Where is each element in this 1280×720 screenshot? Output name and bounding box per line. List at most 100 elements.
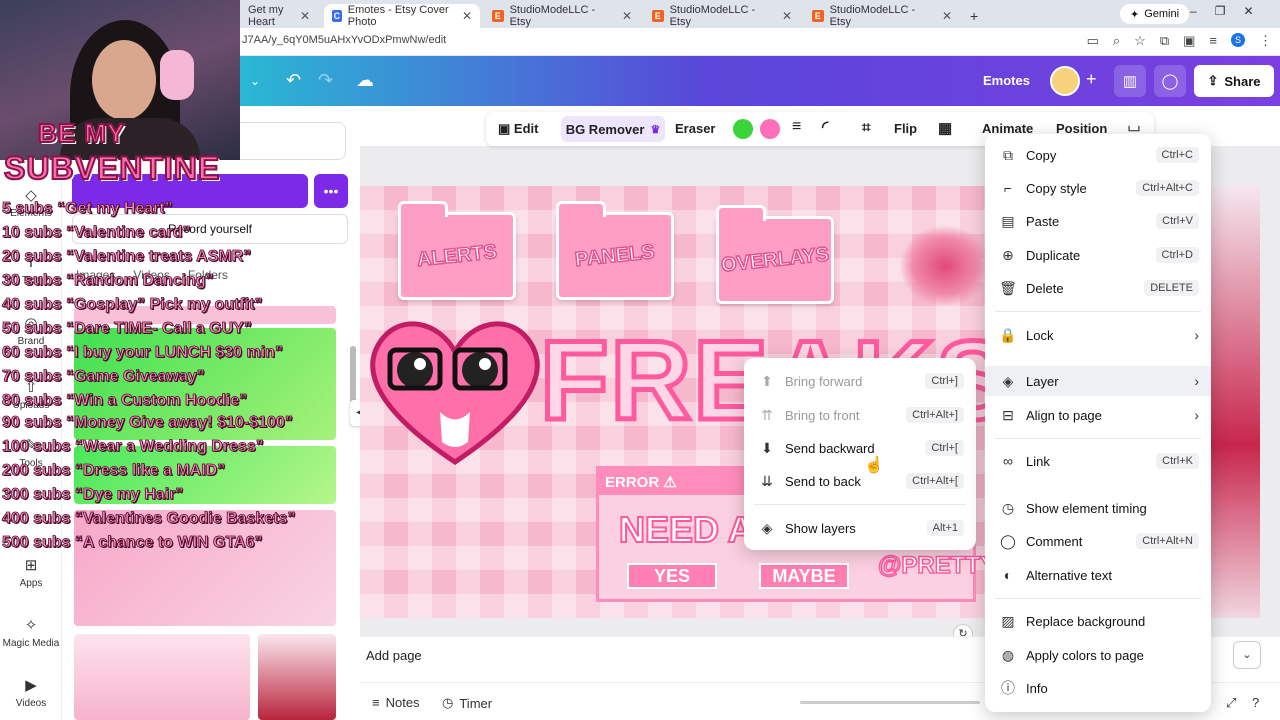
menu-icon[interactable]: ≡: [1209, 33, 1217, 49]
help-icon[interactable]: ?: [1252, 695, 1259, 710]
timer-button[interactable]: ◷ Timer: [442, 695, 492, 711]
maximize-icon[interactable]: ❐: [1215, 4, 1226, 18]
shortcut-badge: Ctrl+]: [925, 373, 964, 389]
extensions-icon[interactable]: ⧉: [1160, 33, 1169, 49]
menu-item-align-to-page[interactable]: ⊟ Align to page ›: [985, 400, 1211, 430]
menu-item-label: Layer: [1026, 373, 1059, 389]
edit-button[interactable]: ▣ Edit: [498, 121, 538, 137]
menu-item-copy[interactable]: ⧉ Copy Ctrl+C: [985, 140, 1211, 170]
share-button[interactable]: ⇪ Share: [1194, 65, 1274, 97]
page-icon[interactable]: ▭: [1087, 33, 1099, 49]
menu-item-link[interactable]: ∞ Link Ctrl+K: [985, 446, 1211, 476]
close-icon[interactable]: ✕: [462, 9, 472, 23]
close-icon[interactable]: ✕: [622, 9, 632, 23]
clipboard-icon: ▤: [1001, 212, 1015, 229]
add-collaborator-icon[interactable]: +: [1086, 69, 1097, 90]
flip-button[interactable]: Flip: [894, 121, 917, 136]
redo-icon[interactable]: ↷: [318, 70, 333, 91]
menu-divider: [995, 311, 1201, 312]
goal-item: 10 subs “Valentine card”: [2, 224, 191, 242]
link-icon: ∞: [1003, 453, 1013, 469]
menu-item-alternative-text[interactable]: ◐ Alternative text: [985, 560, 1211, 590]
add-page-button[interactable]: Add page: [366, 648, 422, 663]
close-window-icon[interactable]: ✕: [1243, 4, 1253, 18]
notes-icon: ≡: [372, 695, 380, 710]
zoom-icon[interactable]: ⌕: [1113, 33, 1120, 49]
profile-avatar[interactable]: S: [1231, 33, 1245, 47]
comments-button[interactable]: ◯: [1154, 65, 1186, 97]
menu-item-send-backward[interactable]: ⬇ Send backward Ctrl+[: [744, 433, 976, 463]
insights-button[interactable]: ▥: [1114, 65, 1146, 97]
menu-item-send-to-back[interactable]: ⇊ Send to back Ctrl+Alt+[: [744, 466, 976, 496]
menu-item-replace-background[interactable]: ▨ Replace background: [985, 606, 1211, 636]
rail-item-videos[interactable]: ▶ Videos: [0, 676, 62, 709]
gemini-button[interactable]: ✦ Gemini: [1120, 4, 1190, 24]
bg-remover-button[interactable]: BG Remover ♛: [561, 116, 665, 142]
paint-format-icon[interactable]: ⌴: [1128, 118, 1140, 135]
browser-tab-active[interactable]: C Emotes - Etsy Cover Photo ✕: [324, 4, 480, 28]
menu-item-copy-style[interactable]: ⌐ Copy style Ctrl+Alt+C: [985, 173, 1211, 203]
cast-icon[interactable]: ▣: [1183, 33, 1195, 49]
notes-button[interactable]: ≡ Notes: [372, 695, 420, 710]
menu-item-layer[interactable]: ◈ Layer ›: [985, 366, 1211, 396]
notes-label: Notes: [385, 695, 420, 710]
more-icon[interactable]: ⋮: [1259, 33, 1272, 49]
transparency-icon[interactable]: ▦: [938, 119, 952, 137]
chevron-down-icon[interactable]: ⌄: [250, 74, 260, 88]
more-options-button[interactable]: •••: [314, 174, 348, 208]
fullscreen-icon[interactable]: ⤢: [1226, 695, 1236, 711]
close-icon[interactable]: ✕: [942, 9, 952, 23]
browser-tab[interactable]: E StudioModeLLC - Etsy ✕: [644, 4, 800, 28]
upload-thumbnail[interactable]: [258, 634, 336, 720]
menu-item-label: Bring forward: [785, 373, 863, 389]
folder-tab: [398, 201, 448, 217]
close-icon[interactable]: ✕: [782, 9, 792, 23]
gemini-icon: ✦: [1130, 8, 1140, 21]
border-style-icon[interactable]: ≡: [792, 118, 801, 136]
new-tab-button[interactable]: +: [962, 4, 986, 28]
menu-item-lock[interactable]: 🔒 Lock ›: [985, 320, 1211, 350]
menu-item-show-layers[interactable]: ◈ Show layers Alt+1: [744, 513, 976, 543]
menu-item-apply-colors[interactable]: ◍ Apply colors to page: [985, 640, 1211, 670]
avatar[interactable]: [1050, 66, 1080, 96]
edit-label: Edit: [513, 121, 539, 136]
rail-item-apps[interactable]: ⊞ Apps: [0, 556, 62, 589]
undo-icon[interactable]: ↶: [286, 70, 301, 91]
chevron-down-icon[interactable]: ⌄: [1233, 641, 1261, 669]
design-title[interactable]: Emotes: [983, 73, 1030, 88]
headphones-icon: [160, 50, 194, 100]
panel-scrollbar[interactable]: [350, 306, 356, 716]
menu-item-comment[interactable]: ◯ Comment Ctrl+Alt+N: [985, 526, 1211, 556]
url-field[interactable]: J7AA/y_6qY0M5uAHxYvODxPmwNw/edit: [242, 34, 446, 46]
zoom-slider[interactable]: [800, 701, 980, 704]
bookmark-star-icon[interactable]: ☆: [1134, 33, 1146, 49]
paint-roller-icon: ⌐: [1003, 180, 1013, 196]
browser-tab[interactable]: E StudioModeLLC - Etsy ✕: [484, 4, 640, 28]
menu-item-paste[interactable]: ▤ Paste Ctrl+V: [985, 206, 1211, 236]
menu-item-show-element-timing[interactable]: ◷ Show element timing: [985, 493, 1211, 523]
copy-icon: ⧉: [1003, 146, 1013, 163]
menu-item-label: Show layers: [785, 520, 856, 536]
cloud-saved-icon[interactable]: ☁: [356, 70, 374, 91]
close-icon[interactable]: ✕: [300, 9, 310, 23]
menu-item-label: Link: [1026, 453, 1050, 469]
color-swatch-pink[interactable]: [760, 119, 780, 139]
minimize-icon[interactable]: –: [1190, 4, 1197, 18]
eraser-button[interactable]: Eraser: [675, 121, 715, 136]
folder-tab: [556, 201, 606, 217]
menu-item-duplicate[interactable]: ⊕ Duplicate Ctrl+D: [985, 240, 1211, 270]
upload-thumbnail[interactable]: [74, 634, 250, 720]
menu-item-bring-to-front[interactable]: ⇈ Bring to front Ctrl+Alt+]: [744, 400, 976, 430]
browser-tab[interactable]: E StudioModeLLC - Etsy ✕: [804, 4, 960, 28]
menu-item-bring-forward[interactable]: ⬆ Bring forward Ctrl+]: [744, 366, 976, 396]
crop-icon[interactable]: ⌗: [862, 119, 870, 136]
color-swatch-green[interactable]: [733, 119, 753, 139]
share-label: Share: [1224, 73, 1261, 89]
shortcut-badge: Alt+1: [926, 520, 964, 536]
menu-item-delete[interactable]: 🗑 Delete DELETE: [985, 273, 1211, 303]
rail-item-magic-media[interactable]: ✧ Magic Media: [0, 616, 62, 649]
browser-tab[interactable]: Get my Heart ✕: [240, 4, 318, 28]
menu-item-info[interactable]: ⓘ Info: [985, 673, 1211, 703]
corner-rounding-icon[interactable]: ◜: [822, 117, 828, 137]
gemini-label: Gemini: [1144, 8, 1180, 20]
